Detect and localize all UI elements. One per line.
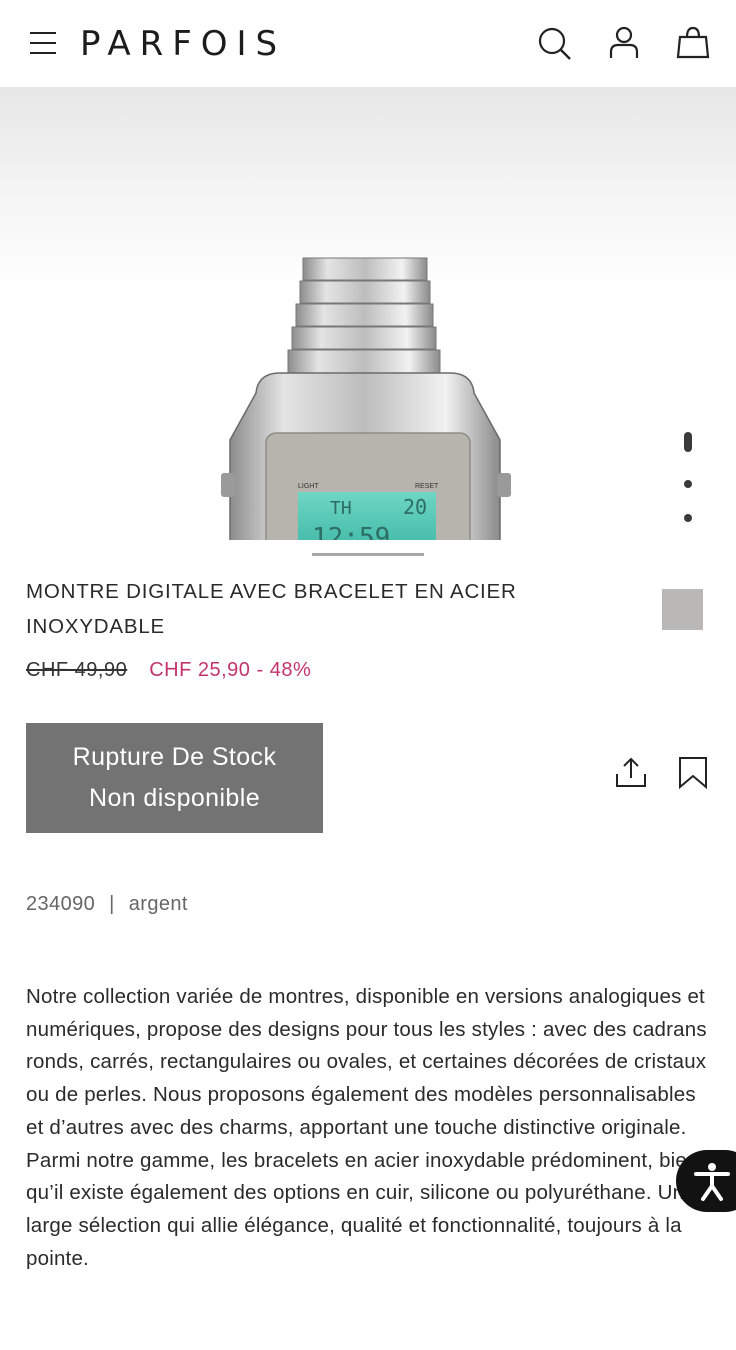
product-image: LIGHT RESET TH 20 12:59 [221, 257, 511, 540]
color-name: argent [128, 893, 188, 915]
accessibility-button[interactable] [676, 1150, 736, 1212]
gallery-scroll-indicator [312, 553, 424, 556]
menu-icon[interactable] [28, 30, 58, 56]
gallery-dot[interactable] [684, 514, 692, 522]
meta-separator: | [109, 893, 115, 915]
product-gallery[interactable]: LIGHT RESET TH 20 12:59 [0, 88, 736, 540]
watch-reset-label: RESET [415, 483, 439, 490]
color-swatch[interactable] [662, 589, 703, 630]
price-block: CHF 49,90 CHF 25,90 - 48% [26, 659, 311, 682]
product-description: Notre collection variée de montres, disp… [26, 985, 707, 1270]
watch-date-label: 20 [403, 495, 427, 519]
watch-day-label: TH [330, 498, 352, 519]
search-icon[interactable] [534, 24, 574, 64]
svg-text:12:59: 12:59 [312, 523, 390, 540]
stock-status-label: Rupture De Stock [72, 743, 277, 771]
sale-price: CHF 25,90 - 48% [149, 659, 312, 681]
product-title: MONTRE DIGITALE AVEC BRACELET EN ACIER I… [26, 580, 517, 638]
out-of-stock-button[interactable]: Rupture De Stock Non disponible [26, 723, 323, 833]
shopping-bag-icon[interactable] [673, 24, 713, 64]
account-icon[interactable] [604, 24, 644, 64]
bookmark-icon[interactable] [674, 754, 712, 792]
site-header: PARFOIS [0, 0, 736, 88]
accessibility-icon [694, 1163, 730, 1201]
gallery-dot[interactable] [684, 480, 692, 488]
old-price: CHF 49,90 [26, 659, 128, 681]
watch-light-label: LIGHT [298, 483, 319, 490]
product-reference: 234090 | argent [26, 893, 188, 916]
gallery-dot-active[interactable] [684, 432, 692, 452]
brand-logo[interactable]: PARFOIS [80, 22, 286, 66]
availability-label: Non disponible [89, 784, 260, 812]
share-icon[interactable] [612, 754, 650, 792]
reference-number: 234090 [26, 893, 96, 915]
